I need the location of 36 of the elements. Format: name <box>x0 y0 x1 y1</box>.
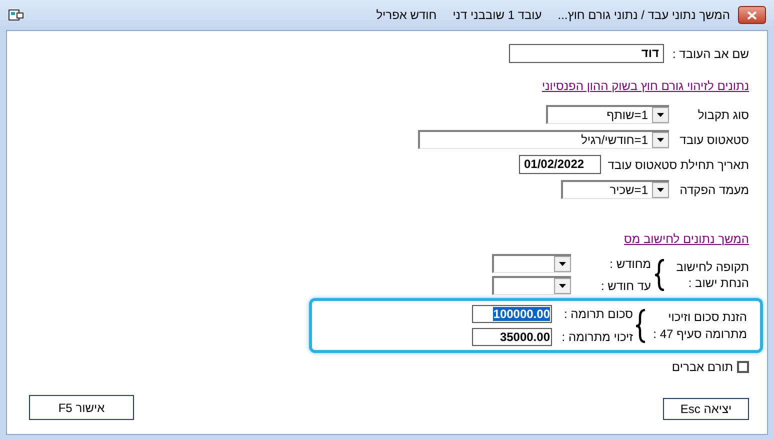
field-label: סטאטוס עובד <box>678 132 749 148</box>
dropdown[interactable] <box>492 276 571 295</box>
dropdown[interactable]: 1=שותף <box>546 105 669 124</box>
date-field[interactable]: 01/02/2022 <box>519 155 601 174</box>
dropdown[interactable] <box>492 254 571 273</box>
checkbox[interactable] <box>737 361 749 373</box>
field-label: זיכוי מתרומה : <box>560 329 633 346</box>
text-field[interactable]: דוד <box>509 44 664 63</box>
section-link[interactable]: נתונים לזיהוי גורם חוץ בשוק ההון הפנסיוני <box>542 77 749 95</box>
group-label: הנחת ישוב : <box>687 274 749 290</box>
dropdown[interactable]: 1=שכיר <box>561 180 669 199</box>
group-label: הזנת סכום וזיכוי <box>667 308 747 326</box>
group-label: מתרומה סעיף 47 : <box>652 326 747 342</box>
field-label: מעמד הפקדה <box>678 182 749 198</box>
amount-field[interactable]: 100000.00 <box>472 305 552 323</box>
field-label: שם אב העובד : <box>672 46 749 62</box>
field-label: סכום תרומה : <box>563 306 633 323</box>
close-icon <box>747 10 757 20</box>
brace-icon <box>654 258 666 290</box>
section-link[interactable]: המשך נתונים לחישוב מס <box>624 230 749 248</box>
group-label: תקופה לחישוב <box>675 258 749 274</box>
field-label: מחודש : <box>608 256 651 272</box>
brace-icon <box>635 308 647 342</box>
field-label: תאריך תחילת סטאטוס עובד <box>606 156 749 174</box>
field-label: עד חודש : <box>600 278 651 294</box>
dialog-button[interactable]: יציאה Esc <box>663 398 749 420</box>
window-icon <box>8 8 24 22</box>
dialog-button[interactable]: אישור F5 <box>29 395 134 420</box>
window-title: עובד 1 שובבני דני <box>452 7 542 24</box>
window-title: המשך נתוני עבד / נתוני גורם חוץ... <box>558 7 730 24</box>
checkbox-label: תורם אברים <box>672 359 733 376</box>
close-button[interactable] <box>738 6 766 24</box>
amount-field[interactable]: 35000.00 <box>472 328 552 346</box>
window-title: חודש אפריל <box>376 7 437 24</box>
dropdown[interactable]: 1=חודשי/רגיל <box>418 130 669 149</box>
field-label: סוג תקבול <box>696 106 749 124</box>
